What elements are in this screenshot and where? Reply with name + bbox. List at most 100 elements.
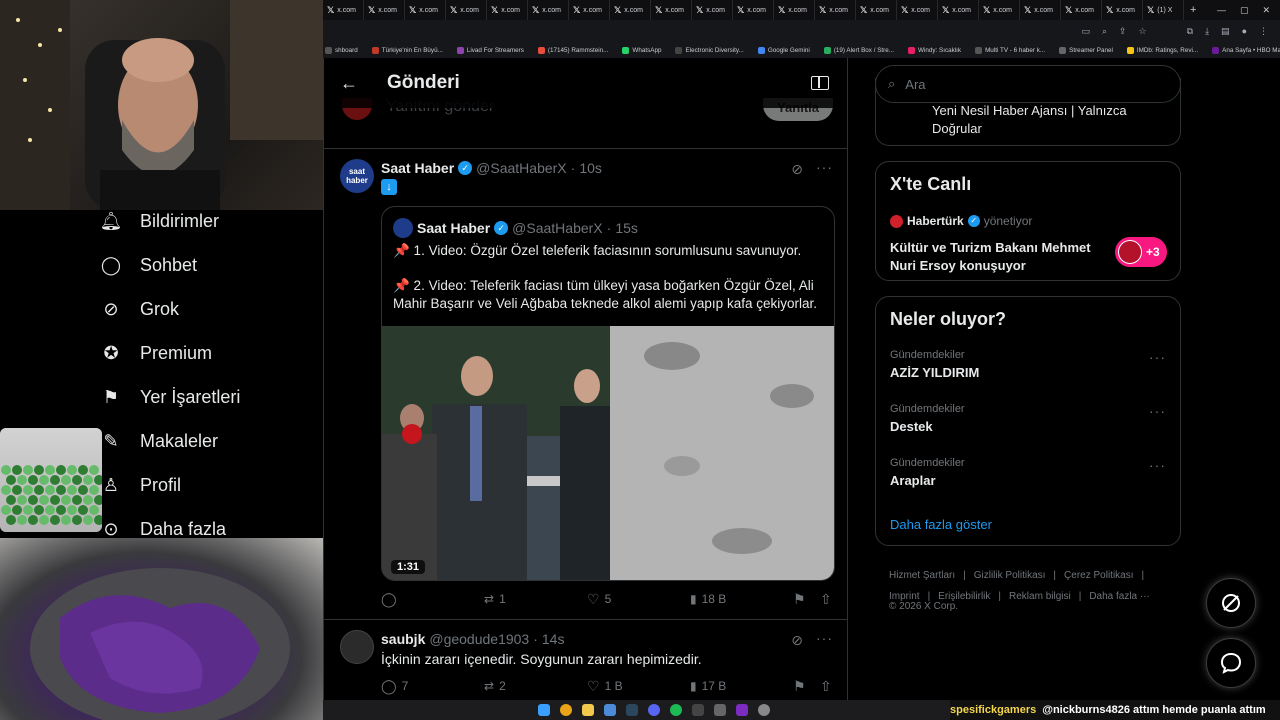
bookmark-item[interactable]: (17145) Rammstein... <box>537 46 608 54</box>
live-host[interactable]: Habertürk ✓ yönetiyor <box>890 214 1032 228</box>
search-box[interactable]: ⌕ Ara <box>875 65 1181 103</box>
nav-item-bell[interactable]: 🔔︎ Bildirimler <box>100 210 219 232</box>
windows-start-icon[interactable] <box>538 704 550 716</box>
nav-item-chat[interactable]: ◯ Sohbet <box>100 254 197 276</box>
trend-item[interactable]: Gündemdekiler AZİZ YILDIRIM ··· <box>890 349 1166 389</box>
browser-tab[interactable]: 𝕏x.com <box>815 0 856 20</box>
reply-action[interactable]: ◯ <box>381 591 397 608</box>
browser-tab[interactable]: 𝕏x.com <box>733 0 774 20</box>
bookmark-item[interactable]: IMDb: Ratings, Revi... <box>1126 46 1198 54</box>
browser-tab[interactable]: 𝕏x.com <box>856 0 897 20</box>
bookmark-item[interactable]: Livad For Streamers <box>456 46 524 54</box>
discord-icon[interactable] <box>648 704 660 716</box>
zoom-icon[interactable]: ⌕ <box>1102 26 1107 37</box>
share-icon[interactable]: ⇧ <box>820 678 832 695</box>
steam-icon[interactable] <box>626 704 638 716</box>
browser-tab[interactable]: 𝕏x.com <box>569 0 610 20</box>
download-icon[interactable]: ⤓ <box>1205 26 1209 37</box>
obs-icon[interactable] <box>736 704 748 716</box>
more-options-icon[interactable]: ··· <box>1149 349 1166 365</box>
nav-item-more[interactable]: ⊙ Daha fazla <box>100 518 226 540</box>
video-player[interactable]: 1:31 <box>382 326 834 580</box>
reply-action[interactable]: ◯ 7 <box>381 678 408 695</box>
spotify-icon[interactable] <box>670 704 682 716</box>
bookmark-item[interactable]: Türkiye'nin En Büyü... <box>371 46 443 54</box>
grok-fab[interactable] <box>1206 578 1256 628</box>
author-handle[interactable]: @SaatHaberX <box>476 160 566 176</box>
browser-tab[interactable]: 𝕏x.com <box>610 0 651 20</box>
epic-icon[interactable] <box>692 704 704 716</box>
browser-tab[interactable]: 𝕏x.com <box>323 0 364 20</box>
trend-item[interactable]: Gündemdekiler Araplar ··· <box>890 457 1166 497</box>
star-icon[interactable]: ☆ <box>1139 26 1147 37</box>
live-badge[interactable]: +3 <box>1115 237 1167 267</box>
footer-link[interactable]: Çerez Politikası <box>1064 570 1133 581</box>
more-options-icon[interactable]: ··· <box>1149 457 1166 473</box>
app-icon[interactable] <box>604 704 616 716</box>
tweet-time[interactable]: 10s <box>579 160 602 176</box>
footer-link[interactable]: Gizlilik Politikası <box>974 570 1046 581</box>
trend-item[interactable]: Gündemdekiler Destek ··· <box>890 403 1166 443</box>
retweet-action[interactable]: ⇄ 2 <box>484 679 506 693</box>
nav-item-grok[interactable]: ⊘ Grok <box>100 298 179 320</box>
browser-tab[interactable]: 𝕏 (1) X <box>1143 0 1184 20</box>
app-icon[interactable] <box>758 704 770 716</box>
browser-tab[interactable]: 𝕏x.com <box>446 0 487 20</box>
messages-fab[interactable] <box>1206 638 1256 688</box>
share-icon[interactable]: ⇧ <box>820 591 832 608</box>
browser-tab[interactable]: 𝕏x.com <box>774 0 815 20</box>
profile-icon[interactable]: ● <box>1242 26 1247 36</box>
more-options-icon[interactable]: ··· <box>816 630 833 646</box>
bookmark-item[interactable]: Multi TV - 6 haber k... <box>975 46 1045 54</box>
close-icon[interactable]: ✕ <box>1262 5 1270 16</box>
views-action[interactable]: ▮ 18 B <box>690 592 726 606</box>
grok-icon[interactable]: ⊘ <box>791 161 803 178</box>
folder-icon[interactable] <box>582 704 594 716</box>
bookmark-icon[interactable]: ⚑ <box>793 678 806 695</box>
like-action[interactable]: ♡ 1 B <box>587 678 623 695</box>
footer-link[interactable]: Reklam bilgisi <box>1009 591 1071 602</box>
show-more-link[interactable]: Daha fazla göster <box>890 517 992 532</box>
browser-tab[interactable]: 𝕏x.com <box>364 0 405 20</box>
grok-icon[interactable]: ⊘ <box>791 632 803 649</box>
quoted-tweet[interactable]: Saat Haber ✓ @SaatHaberX · 15s 📌 1. Vide… <box>381 206 835 581</box>
live-topic[interactable]: Kültür ve Turizm Bakanı Mehmet Nuri Erso… <box>890 239 1105 275</box>
browser-tab[interactable]: 𝕏x.com <box>487 0 528 20</box>
like-action[interactable]: ♡ 5 <box>587 591 611 608</box>
nav-item-articles[interactable]: ✎ Makaleler <box>100 430 218 452</box>
chrome-icon[interactable] <box>560 704 572 716</box>
bookmark-item[interactable]: (19) Alert Box / Stre... <box>823 46 894 54</box>
new-tab-button[interactable]: + <box>1190 4 1196 16</box>
bookmark-item[interactable]: WhatsApp <box>622 46 661 54</box>
author-handle[interactable]: @geodude1903 <box>429 631 529 647</box>
avatar[interactable]: saat haber <box>340 159 374 193</box>
install-icon[interactable]: ▭ <box>1081 26 1090 37</box>
browser-tab[interactable]: 𝕏x.com <box>405 0 446 20</box>
bookmark-item[interactable]: Ana Sayfa • HBO Max <box>1212 46 1280 54</box>
share-icon[interactable]: ⇪ <box>1119 26 1127 37</box>
more-options-icon[interactable]: ··· <box>1149 403 1166 419</box>
nav-item-bookmark[interactable]: ⚑ Yer İşaretleri <box>100 386 240 408</box>
reader-icon[interactable] <box>811 76 829 90</box>
extensions-icon[interactable]: ⧉ <box>1187 26 1193 37</box>
bookmark-icon[interactable]: ⚑ <box>793 591 806 608</box>
tweet-time[interactable]: 14s <box>542 631 565 647</box>
menu-icon[interactable]: ⋮ <box>1259 26 1268 37</box>
app-icon[interactable] <box>714 704 726 716</box>
browser-tab[interactable]: 𝕏x.com <box>1102 0 1143 20</box>
minimize-icon[interactable]: — <box>1217 5 1226 16</box>
nav-item-premium[interactable]: ✪ Premium <box>100 342 212 364</box>
more-options-icon[interactable]: ··· <box>816 159 833 175</box>
back-arrow-icon[interactable]: ← <box>340 73 360 94</box>
views-action[interactable]: ▮ 17 B <box>690 679 726 693</box>
bookmark-item[interactable]: Electronic Diversity... <box>675 46 744 54</box>
browser-tab[interactable]: 𝕏x.com <box>938 0 979 20</box>
bookmark-item[interactable]: shboard <box>325 46 358 54</box>
browser-tab[interactable]: 𝕏x.com <box>692 0 733 20</box>
browser-tab[interactable]: 𝕏x.com <box>651 0 692 20</box>
footer-link[interactable]: Hizmet Şartları <box>889 570 955 581</box>
author-name[interactable]: saubjk <box>381 631 425 647</box>
footer-link[interactable]: Daha fazla ··· <box>1089 591 1150 602</box>
bookmark-item[interactable]: Google Gemini <box>757 46 810 54</box>
retweet-action[interactable]: ⇄ 1 <box>484 592 506 606</box>
